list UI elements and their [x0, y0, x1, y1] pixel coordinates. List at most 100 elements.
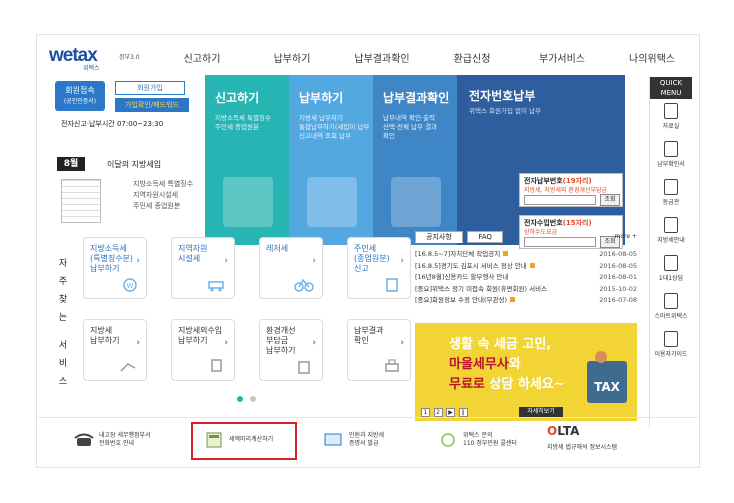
pager-button[interactable]: 1	[421, 408, 430, 417]
pause-icon[interactable]: ∥	[458, 408, 468, 417]
footer-label: 내고장 세무행정부서 전화번호 안내	[99, 432, 151, 448]
quick-menu-title-1: QUICK	[659, 79, 683, 87]
service-regional-facility-tax[interactable]: 지역자원 시설세 ›	[171, 237, 235, 299]
tab-notice[interactable]: 공지사항	[415, 231, 463, 243]
footer-line: 위택스 문의	[463, 432, 493, 439]
check-membership-button[interactable]: 가입확인/패드워드	[115, 98, 189, 112]
service-line: 레저세	[266, 244, 289, 253]
nav-extra-services[interactable]: 부가서비스	[517, 50, 607, 65]
pager-button[interactable]: 2	[433, 408, 443, 417]
notice-more-link[interactable]: more +	[615, 233, 637, 240]
notice-date: 2016-08-05	[599, 250, 637, 258]
quick-item-archive[interactable]: 자료실	[650, 99, 692, 137]
list-item[interactable]: [16.8.5~7]자치단체 작업공지 2016-08-05	[415, 249, 637, 261]
quick-item-label: 1대1상담	[658, 275, 684, 282]
footer-olta[interactable]: OLTA 지방세 법규해석 정보시스템	[537, 418, 647, 464]
nav-report[interactable]: 신고하기	[157, 50, 247, 65]
footer-call-center[interactable]: 위택스 문의 110 정부민원 콜센터	[433, 418, 533, 464]
monitor-certificate-icon	[324, 433, 342, 446]
quick-item-user-guide[interactable]: 이용자가이드	[650, 327, 692, 365]
banner-detail-button[interactable]: 자세히보기	[519, 407, 563, 417]
nav-payment[interactable]: 납부하기	[247, 50, 337, 65]
tile-title: 납부결과확인	[383, 91, 450, 105]
service-resident-tax[interactable]: 주민세 (종업원분) 신고 ›	[347, 237, 411, 299]
notice-date: 2016-08-01	[599, 273, 637, 281]
won-coin-icon: W	[123, 278, 137, 292]
service-label: 지방소득세 (특별징수분) 납부하기	[90, 244, 133, 274]
service-line: 지방세외수입	[178, 326, 223, 335]
member-login-button[interactable]: 회원접속 (공인인증서)	[55, 81, 105, 111]
monthly-tax-item[interactable]: 지방소득세 특별징수	[133, 179, 193, 190]
carousel-dot[interactable]	[249, 396, 256, 402]
logo-subtext: 위택스	[83, 65, 100, 72]
nav-payment-result[interactable]: 납부결과확인	[337, 50, 427, 65]
electronic-number-input[interactable]	[524, 195, 596, 205]
tile-payment-result[interactable]: 납부결과확인 납부내역 확인·출력 선택·전체 납부 결과 확인	[373, 75, 457, 245]
quick-item-label: 납부확인서	[657, 161, 685, 168]
list-item[interactable]: [16년8월]신용카드 할부행사 안내 2016-08-01	[415, 272, 637, 284]
side-char: 는	[58, 313, 68, 323]
tile-list: 납부내역 확인·출력 선택·전체 납부 결과 확인	[383, 114, 457, 141]
wetax-logo[interactable]: wetax 위택스	[49, 45, 119, 72]
telephone-icon	[74, 433, 94, 446]
join-button[interactable]: 회원가입	[115, 81, 185, 95]
chevron-right-icon: ›	[400, 338, 404, 348]
quick-item-guide[interactable]: 지방세안내	[650, 213, 692, 251]
list-item[interactable]: [중요]회원정보 수정 안내(무관성) 2016-07-08	[415, 295, 637, 307]
side-char: 주	[58, 277, 68, 287]
list-item[interactable]: [16.8.5]경기도 김포시 서비스 정상 안내 2016-08-05	[415, 261, 637, 273]
service-non-tax-revenue[interactable]: 지방세외수입 납부하기 ›	[171, 319, 235, 381]
list-item[interactable]: [중요]위택스 정기 미접속 회원(휴면회원) 서비스 2015-10-02	[415, 284, 637, 296]
quick-item-label: 지방세안내	[657, 237, 685, 244]
electronic-number-label-text: 전자납부번호	[524, 177, 563, 185]
banner-text: 상담 하세요~	[489, 377, 565, 392]
notice-title: [16.8.5]경기도 김포시 서비스 정상 안내	[415, 261, 527, 270]
document-hand-icon	[211, 359, 222, 372]
mining-cart-icon	[208, 281, 224, 292]
service-line: (특별징수분)	[90, 254, 134, 263]
service-leisure-tax[interactable]: 레저세 ›	[259, 237, 323, 299]
quick-item-smart[interactable]: 스마트위택스	[650, 289, 692, 327]
tile-list: 지방소득세 특별징수 주민세 종업원분	[215, 114, 289, 132]
quick-item-receipt[interactable]: 납부확인서	[650, 137, 692, 175]
service-line: 지방세	[90, 326, 113, 335]
electronic-number-search-button[interactable]: 조회	[600, 194, 620, 206]
chevron-right-icon: ›	[400, 256, 404, 266]
tile-report[interactable]: 신고하기 지방소득세 특별징수 주민세 종업원분	[205, 75, 289, 245]
banner-text: 와	[508, 357, 521, 372]
service-line: 주민세	[354, 244, 377, 253]
service-payment-result[interactable]: 납부결과 확인 ›	[347, 319, 411, 381]
service-label: 환경개선 부담금 납부하기	[266, 326, 295, 356]
footer-line: 내고장 세무행정부서	[99, 432, 151, 439]
footer-civil-certificate[interactable]: 민원과 지방세 증명서 발급	[319, 418, 429, 464]
nav-my-wetax[interactable]: 나의위택스	[607, 50, 697, 65]
service-label: 지역자원 시설세	[178, 244, 207, 264]
monthly-tax-item[interactable]: 지역자원시설세	[133, 190, 193, 201]
service-line: 납부하기	[90, 336, 120, 345]
tax-consult-banner[interactable]: 생활 속 세금 고민, 마을세무사와 무료로 상담 하세요~ TAX 1 2 ▶…	[415, 323, 637, 421]
footer-tax-office-contact[interactable]: 내고장 세무행정부서 전화번호 안내	[67, 418, 187, 464]
footer-label: 민원과 지방세 증명서 발급	[349, 432, 384, 448]
tab-faq[interactable]: FAQ	[467, 231, 503, 243]
service-line: 시설세	[178, 254, 201, 263]
side-char: 찾	[58, 295, 68, 305]
carousel-dot-active[interactable]	[237, 396, 243, 402]
service-local-tax-payment[interactable]: 지방세 납부하기 ›	[83, 319, 147, 381]
quick-item-label: 자료실	[662, 123, 680, 130]
service-local-income-tax[interactable]: 지방소득세 (특별징수분) 납부하기 › W	[83, 237, 147, 299]
play-icon[interactable]: ▶	[446, 408, 456, 417]
document-pen-icon	[223, 177, 273, 227]
banner-highlight: 무료로	[449, 377, 485, 392]
service-environment-charge[interactable]: 환경개선 부담금 납부하기 ›	[259, 319, 323, 381]
new-icon	[503, 251, 509, 256]
monthly-tax-item[interactable]: 주민세 종업원분	[133, 201, 193, 212]
footer-line: 민원과 지방세	[349, 432, 385, 439]
notice-date: 2016-07-08	[599, 296, 637, 304]
main-nav: 신고하기 납부하기 납부결과확인 환급신청 부가서비스 나의위택스	[157, 50, 697, 65]
olta-logo: OLTA	[547, 424, 579, 438]
tile-item: 납부내역 확인·출력	[383, 114, 435, 122]
quick-item-consult[interactable]: 1대1상담	[650, 251, 692, 289]
quick-item-dong[interactable]: 동급관	[650, 175, 692, 213]
tile-payment[interactable]: 납부하기 지방세 납부하기 통합납부하기(세입이 납부 신고내역 조회 납부	[289, 75, 373, 245]
nav-refund[interactable]: 환급신청	[427, 50, 517, 65]
